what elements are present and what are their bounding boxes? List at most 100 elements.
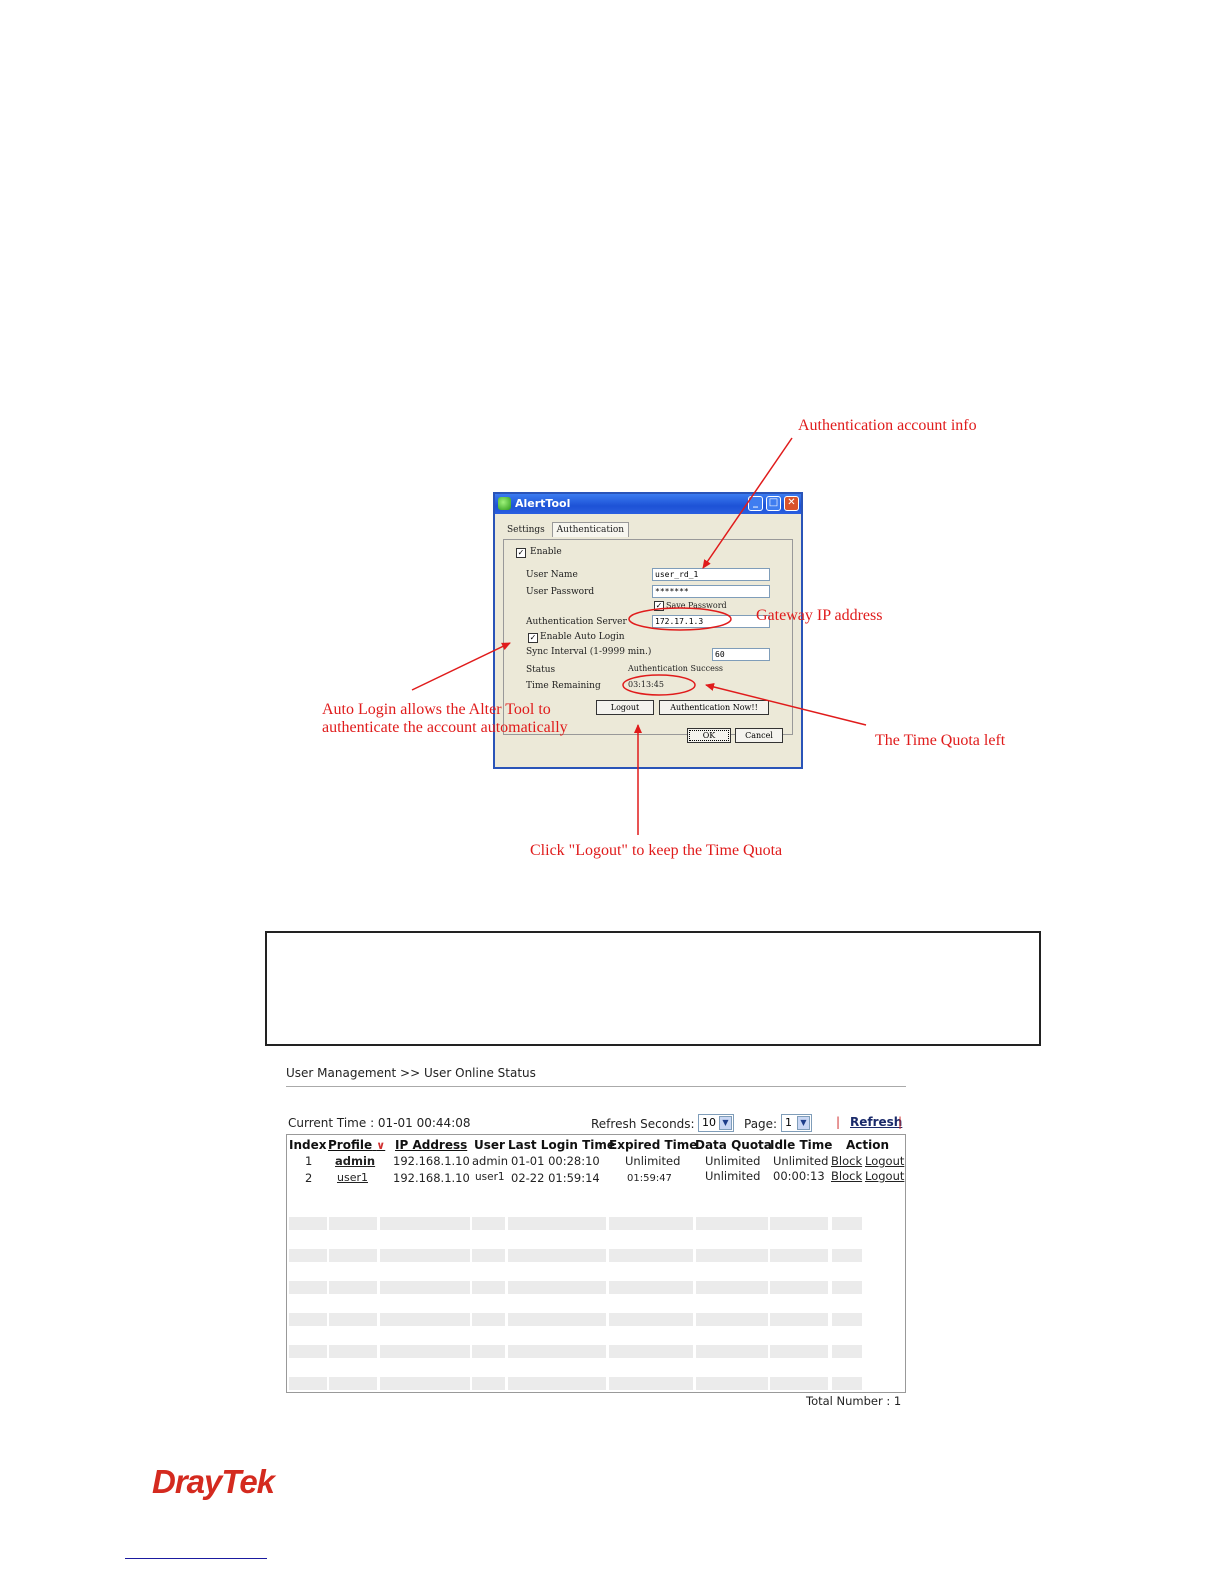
empty-row-cell: [696, 1217, 768, 1230]
chevron-down-icon[interactable]: ▼: [719, 1116, 732, 1130]
empty-row-cell: [609, 1345, 693, 1358]
empty-row-cell: [329, 1281, 377, 1294]
empty-row-cell: [329, 1249, 377, 1262]
empty-row-cell: [289, 1217, 327, 1230]
empty-row-cell: [380, 1249, 470, 1262]
row-last-login: 01-01 00:28:10: [511, 1154, 600, 1168]
empty-row-cell: [609, 1217, 693, 1230]
page-select[interactable]: 1 ▼: [781, 1114, 812, 1132]
annotation-gateway-ip: Gateway IP address: [756, 607, 883, 624]
column-header-last-login: Last Login Time: [508, 1138, 616, 1152]
annotation-click-logout: Click "Logout" to keep the Time Quota: [530, 842, 783, 859]
page-value: 1: [785, 1116, 792, 1129]
arrow-auto-login: [411, 642, 511, 691]
empty-row-cell: [380, 1345, 470, 1358]
refresh-seconds-select[interactable]: 10 ▼: [698, 1114, 734, 1132]
row-data-quota: Unlimited: [705, 1154, 761, 1168]
empty-row-cell: [289, 1345, 327, 1358]
annotation-account-info: Authentication account info: [798, 417, 977, 434]
row-index: 2: [305, 1171, 313, 1185]
empty-row-cell: [696, 1313, 768, 1326]
row-expired: Unlimited: [625, 1154, 681, 1168]
refresh-link[interactable]: Refresh: [850, 1115, 902, 1129]
empty-row-cell: [832, 1281, 862, 1294]
arrow-account-info: [702, 437, 793, 569]
row-logout-link[interactable]: Logout: [865, 1169, 904, 1183]
column-header-expired: Expired Time: [609, 1138, 698, 1152]
empty-row-cell: [289, 1313, 327, 1326]
current-time: Current Time : 01-01 00:44:08: [288, 1116, 471, 1130]
empty-row-cell: [508, 1281, 606, 1294]
empty-row-cell: [770, 1377, 828, 1390]
note-box: [265, 931, 1041, 1046]
column-header-action: Action: [846, 1138, 890, 1152]
empty-row-cell: [380, 1377, 470, 1390]
empty-row-cell: [609, 1281, 693, 1294]
empty-row-cell: [696, 1249, 768, 1262]
logo-tek: Tek: [221, 1463, 275, 1500]
row-user: user1: [475, 1171, 505, 1183]
empty-row-cell: [609, 1249, 693, 1262]
empty-row-cell: [289, 1281, 327, 1294]
separator-right: |: [898, 1115, 903, 1129]
row-profile-link[interactable]: user1: [337, 1171, 368, 1184]
empty-row-cell: [609, 1313, 693, 1326]
annotation-time-quota-left: The Time Quota left: [875, 732, 1006, 749]
page-label: Page:: [744, 1117, 778, 1131]
empty-row-cell: [329, 1345, 377, 1358]
column-header-idle-time: Idle Time: [770, 1138, 833, 1152]
user-online-table: Index Profile ∨ IP Address User Last Log…: [286, 1134, 906, 1393]
column-header-ip-address[interactable]: IP Address: [395, 1138, 467, 1152]
row-expired: 01:59:47: [627, 1173, 672, 1184]
column-header-index: Index: [289, 1138, 327, 1152]
row-logout-link[interactable]: Logout: [865, 1154, 904, 1168]
separator-left: |: [836, 1115, 841, 1129]
row-data-quota: Unlimited: [705, 1169, 761, 1183]
row-profile-link[interactable]: admin: [335, 1154, 375, 1168]
empty-row-cell: [770, 1281, 828, 1294]
empty-row-cell: [832, 1345, 862, 1358]
empty-row-cell: [508, 1345, 606, 1358]
row-block-link[interactable]: Block: [831, 1169, 862, 1183]
row-idle-time: 00:00:13: [773, 1169, 825, 1183]
ellipse-gateway-ip: [628, 607, 732, 631]
annotation-auto-login-line1: Auto Login allows the Alter Tool to: [322, 701, 551, 718]
ellipse-time-remaining: [622, 674, 696, 696]
empty-row-cell: [508, 1217, 606, 1230]
row-idle-time: Unlimited: [773, 1154, 829, 1168]
empty-row-cell: [472, 1281, 505, 1294]
annotation-auto-login-line2: authenticate the account automatically: [322, 719, 568, 736]
draytek-logo: DrayTek: [152, 1463, 275, 1501]
empty-row-cell: [380, 1313, 470, 1326]
empty-row-cell: [380, 1281, 470, 1294]
breadcrumb-divider: [286, 1086, 906, 1087]
chevron-down-icon[interactable]: ▼: [797, 1116, 810, 1130]
empty-row-cell: [696, 1377, 768, 1390]
row-last-login: 02-22 01:59:14: [511, 1171, 600, 1185]
logo-dray: Dray: [152, 1463, 222, 1500]
empty-row-cell: [770, 1345, 828, 1358]
empty-row-cell: [472, 1313, 505, 1326]
arrow-time-quota: [705, 683, 867, 726]
empty-row-cell: [380, 1217, 470, 1230]
empty-row-cell: [832, 1313, 862, 1326]
empty-row-cell: [329, 1377, 377, 1390]
row-ip: 192.168.1.10: [393, 1154, 470, 1168]
empty-row-cell: [696, 1281, 768, 1294]
empty-row-cell: [770, 1313, 828, 1326]
empty-row-cell: [472, 1377, 505, 1390]
footer-rule: [125, 1558, 267, 1559]
empty-row-cell: [472, 1217, 505, 1230]
row-ip: 192.168.1.10: [393, 1171, 470, 1185]
column-header-profile[interactable]: Profile ∨: [328, 1138, 385, 1152]
column-header-profile-label: Profile: [328, 1138, 373, 1152]
empty-row-cell: [289, 1249, 327, 1262]
empty-row-cell: [329, 1313, 377, 1326]
empty-row-cell: [289, 1377, 327, 1390]
row-block-link[interactable]: Block: [831, 1154, 862, 1168]
empty-row-cell: [770, 1249, 828, 1262]
total-number: Total Number : 1: [806, 1394, 902, 1408]
row-user: admin: [472, 1154, 509, 1168]
empty-row-cell: [508, 1377, 606, 1390]
empty-row-cell: [508, 1313, 606, 1326]
